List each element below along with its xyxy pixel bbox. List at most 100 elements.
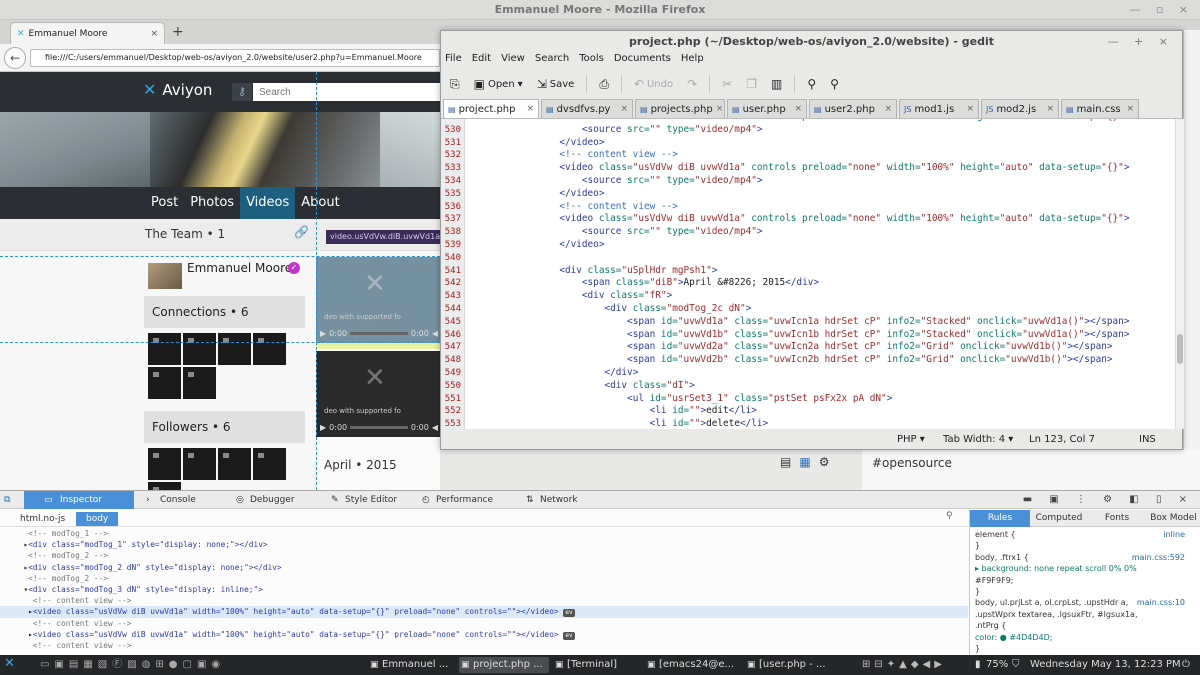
close-tab-icon[interactable]: × (1046, 101, 1054, 118)
taskbar-window-button[interactable]: ▣ Emmanuel ... (368, 657, 456, 673)
editor-scrollbar-thumb[interactable] (1177, 334, 1183, 364)
event-badge-icon[interactable]: ev (563, 609, 575, 618)
back-button[interactable]: ← (4, 47, 26, 69)
menu-edit[interactable]: Edit (472, 53, 491, 69)
avatar[interactable] (148, 263, 182, 289)
menu-tools[interactable]: Tools (579, 53, 604, 69)
close-tab-icon[interactable]: × (526, 101, 534, 118)
connection-thumb[interactable] (183, 333, 216, 365)
tab-style-editor[interactable]: ✎ Style Editor (325, 491, 415, 509)
taskbar-window-button[interactable]: ▣ [emacs24@e... (645, 657, 741, 673)
new-document-button[interactable]: ⎘ (445, 75, 465, 94)
css-source-link[interactable]: inline (1163, 530, 1185, 540)
close-tab-icon[interactable]: × (966, 101, 974, 118)
video-progress[interactable] (350, 425, 408, 429)
power-icon[interactable]: ⏻ (1182, 657, 1190, 673)
new-tab-button[interactable]: + (172, 24, 184, 40)
markup-node[interactable]: ▸<video class="usVdVw diB uvwVd1a" width… (0, 629, 968, 640)
launcher-icons[interactable]: ▭▣▤▦▧Ⓕ▨◍⊞●▢▣◉ (40, 657, 360, 673)
tab-fonts[interactable]: Fonts (1088, 510, 1146, 527)
video-progress[interactable] (350, 331, 408, 335)
tab-inspector[interactable]: ▭ Inspector (24, 491, 134, 509)
grid-view-icon[interactable]: ▦ (799, 455, 810, 469)
nav-videos[interactable]: Videos (240, 187, 296, 219)
undo-button[interactable]: ↶ Undo (629, 75, 678, 93)
follower-thumb[interactable] (183, 448, 216, 480)
tab-computed[interactable]: Computed (1030, 510, 1088, 527)
devtools-options-icons[interactable]: ▬ ▣ ⋮ ⚙ ◧ ▯ × (1023, 491, 1194, 509)
event-badge-icon[interactable]: ev (563, 631, 575, 640)
video-player[interactable]: ✕ deo with supported fo ▶ 0:00 0:00 ◀ (316, 257, 440, 343)
video-player[interactable]: ✕ deo with supported fo ▶ 0:00 0:00 ◀ (316, 351, 440, 437)
clock[interactable]: Wednesday May 13, 12:23 PM (1030, 657, 1181, 673)
tab-width-selector[interactable]: Tab Width: 4 ▾ (943, 430, 1013, 450)
url-bar[interactable]: file:///C:/users/emmanuel/Desktop/web-os… (30, 49, 440, 67)
tab-console[interactable]: › Console (140, 491, 225, 509)
editor-tab[interactable]: ▤ main.css × (1061, 99, 1139, 118)
close-tab-icon[interactable]: × (620, 101, 628, 118)
paste-button[interactable]: ▥ (766, 75, 787, 93)
firefox-window-controls[interactable]: — ▫ × (1129, 0, 1194, 20)
markup-node[interactable]: <!-- modTog_2 --> (0, 550, 968, 561)
redo-button[interactable]: ↷ (682, 75, 702, 93)
editor-scrollbar[interactable] (1175, 119, 1184, 429)
close-tab-icon[interactable]: × (884, 101, 892, 118)
nav-about[interactable]: About (295, 187, 345, 219)
tray-icons[interactable]: ⊞⊟✦▲◆◀▶ (862, 657, 972, 673)
followers-header[interactable]: Followers • 6 (144, 411, 305, 443)
menu-help[interactable]: Help (681, 53, 704, 69)
close-tab-icon[interactable]: × (794, 101, 802, 118)
tab-network[interactable]: ⇅ Network (522, 491, 602, 509)
follower-thumb[interactable] (218, 448, 251, 480)
find-button[interactable]: ⚲ (802, 75, 821, 93)
menu-file[interactable]: File (445, 53, 462, 69)
connection-thumb[interactable] (148, 367, 181, 399)
save-button[interactable]: ⇲ Save (532, 75, 580, 93)
site-search-input[interactable] (253, 83, 440, 101)
breadcrumb-body[interactable]: body (76, 512, 119, 526)
taskbar-window-button[interactable]: ▣ [Terminal] (553, 657, 641, 673)
editor-tab[interactable]: ▤ projects.php × (635, 99, 725, 118)
markup-node[interactable]: ▾<div class="modTog_3 dN" style="display… (0, 584, 968, 595)
markup-node[interactable]: ▸<div class="modTog_1" style="display: n… (0, 539, 968, 550)
css-source-link[interactable]: main.css:10 (1137, 598, 1185, 608)
firefox-tab[interactable]: ✕ Emmanuel Moore × (10, 22, 165, 44)
close-tab-icon[interactable]: × (716, 101, 724, 118)
tab-performance[interactable]: ◴ Performance (418, 491, 518, 509)
editor-tab[interactable]: ▤ dvsdfvs.py × (541, 99, 633, 118)
volume-icon[interactable]: ◀ (432, 423, 438, 432)
battery-icon[interactable]: ▮ (975, 657, 981, 673)
markup-node[interactable]: ▸<video class="usVdVw diB uvwVd1a" width… (0, 606, 968, 618)
markup-node[interactable]: ▸<div class="modTog_2 dN" style="display… (0, 562, 968, 573)
taskbar-window-button[interactable]: ▣ project.php ... (459, 657, 549, 673)
start-menu-icon[interactable]: ✕ (4, 656, 15, 672)
open-button[interactable]: ▣ Open ▾ (469, 75, 528, 93)
markup-view[interactable]: <!-- modTog_1 --> ▸<div class="modTog_1"… (0, 528, 968, 656)
editor-tab[interactable]: ▤ user.php × (727, 99, 807, 118)
connections-header[interactable]: Connections • 6 (144, 296, 305, 328)
follower-thumb[interactable] (148, 448, 181, 480)
markup-node[interactable]: <!-- modTog_1 --> (0, 528, 968, 539)
video-controls[interactable]: ▶ 0:00 0:00 ◀ (320, 327, 438, 339)
menu-documents[interactable]: Documents (614, 53, 671, 69)
video-controls[interactable]: ▶ 0:00 0:00 ◀ (320, 421, 438, 433)
site-logo[interactable]: ✕ Aviyon (143, 80, 212, 99)
hashtag[interactable]: #opensource (872, 456, 952, 470)
taskbar-window-button[interactable]: ▣ [user.php - ... (745, 657, 835, 673)
settings-gear-icon[interactable]: ⚙ (819, 455, 830, 469)
follower-thumb[interactable] (253, 448, 286, 480)
connection-thumb[interactable] (183, 367, 216, 399)
nav-photos[interactable]: Photos (184, 187, 240, 219)
language-selector[interactable]: PHP ▾ (897, 430, 925, 450)
volume-icon[interactable]: ◀ (432, 329, 438, 338)
background-scrollbar[interactable] (1183, 30, 1200, 450)
print-button[interactable]: ⎙ (594, 75, 614, 94)
connection-thumb[interactable] (218, 333, 251, 365)
tab-debugger[interactable]: ◎ Debugger (230, 491, 320, 509)
connection-thumb[interactable] (148, 333, 181, 365)
markup-node[interactable]: <!-- content view --> (0, 640, 968, 651)
editor-tab[interactable]: ▤ user2.php × (809, 99, 897, 118)
editor-tab[interactable]: ▤ project.php × (443, 99, 539, 118)
pick-element-button[interactable]: ⧉ (0, 491, 18, 509)
nav-post[interactable]: Post (145, 187, 184, 219)
